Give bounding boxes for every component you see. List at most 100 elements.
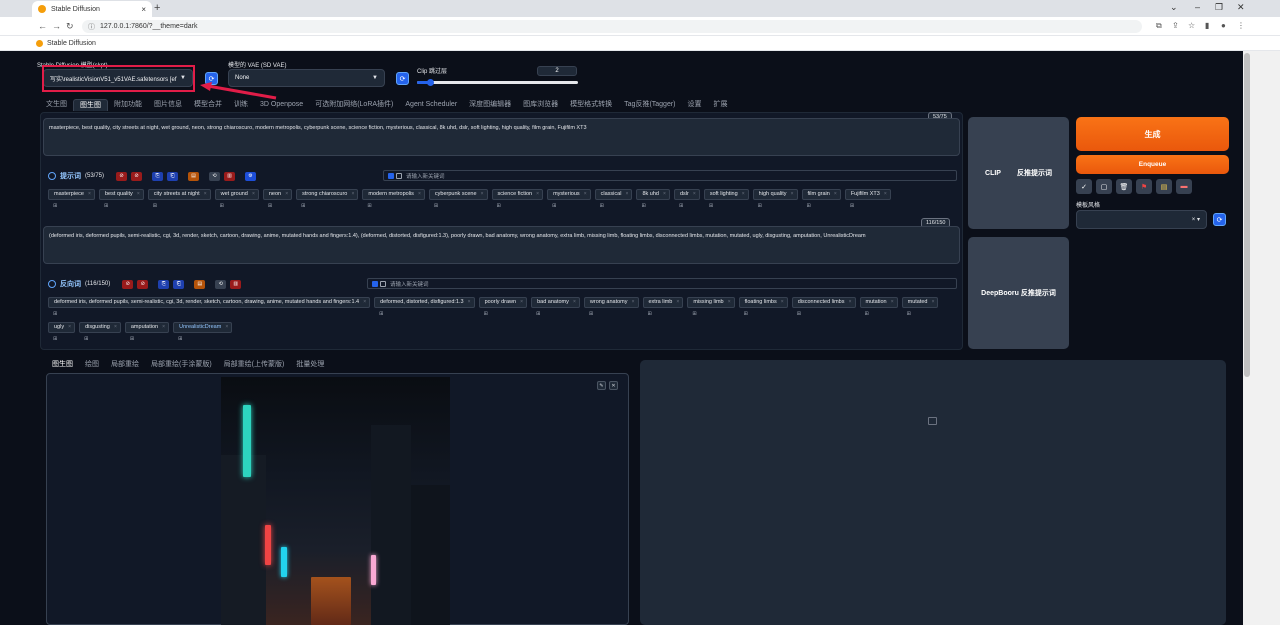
sidebar-icon[interactable]: ▮ <box>1205 21 1209 30</box>
tag-chip[interactable]: deformed iris, deformed pupils, semi-rea… <box>48 297 371 317</box>
tag-weight-icon[interactable]: ⊞ <box>692 310 696 319</box>
save-style-icon[interactable]: ▤ <box>1156 179 1172 194</box>
collapse-icon[interactable] <box>48 280 56 288</box>
refresh-style-button[interactable]: ⟳ <box>1213 213 1226 226</box>
tag-weight-icon[interactable]: ⊞ <box>709 202 713 211</box>
back-icon[interactable]: ← <box>38 21 47 31</box>
tab-11[interactable]: 模型格式转换 <box>564 99 618 111</box>
style-select[interactable]: × ▾ <box>1076 210 1207 229</box>
tab-2[interactable]: 附加功能 <box>108 99 148 111</box>
subtab-5[interactable]: 批量处理 <box>290 359 330 370</box>
subtab-2[interactable]: 局部重绘 <box>105 359 145 370</box>
tab-8[interactable]: Agent Scheduler <box>399 99 463 111</box>
tag-chip[interactable]: city streets at night ⊞ <box>147 189 211 209</box>
tag-chip[interactable]: high quality ⊞ <box>752 189 798 209</box>
tag-weight-icon[interactable]: ⊞ <box>807 202 811 211</box>
tag-chip[interactable]: disgusting ⊞ <box>79 322 121 342</box>
clip-interrogate-button[interactable]: CLIP 反推提示词 <box>968 117 1069 229</box>
new-tab-icon[interactable]: + <box>154 2 160 14</box>
tag-weight-icon[interactable]: ⊞ <box>367 202 371 211</box>
profile-icon[interactable]: ● <box>1221 21 1226 30</box>
tag-weight-icon[interactable]: ⊞ <box>679 202 683 211</box>
tag-weight-icon[interactable]: ⊞ <box>153 202 157 211</box>
generate-button[interactable]: 生成 <box>1076 117 1229 151</box>
tag-chip[interactable]: mutation ⊞ <box>859 297 898 317</box>
tag-weight-icon[interactable]: ⊞ <box>865 310 869 319</box>
translate-prompt-icon[interactable]: ⟲ <box>215 279 227 289</box>
tag-chip[interactable]: film grain ⊞ <box>801 189 841 209</box>
tag-weight-icon[interactable]: ⊞ <box>797 310 801 319</box>
tab-13[interactable]: 设置 <box>682 99 708 111</box>
tag-weight-icon[interactable]: ⊞ <box>758 202 762 211</box>
tag-chip[interactable]: classical ⊞ <box>594 189 633 209</box>
delete-icon[interactable]: ⊘ <box>137 279 149 289</box>
check-icon[interactable]: ✓ <box>1076 179 1092 194</box>
tag-chip[interactable]: 8k uhd ⊞ <box>636 189 670 209</box>
close-tab-icon[interactable]: × <box>141 5 146 14</box>
prompt-tag-input[interactable]: 请输入新关键词 <box>383 170 957 181</box>
tag-chip[interactable]: extra limb ⊞ <box>642 297 684 317</box>
enqueue-button[interactable]: Enqueue <box>1076 155 1229 174</box>
tag-chip[interactable]: soft lighting ⊞ <box>703 189 749 209</box>
tab-3[interactable]: 图片信息 <box>148 99 188 111</box>
tag-chip[interactable]: masterpiece ⊞ <box>48 189 95 209</box>
bookmark-item[interactable]: Stable Diffusion <box>47 40 96 47</box>
copy-icon[interactable]: ⎘ <box>152 171 164 181</box>
tag-weight-icon[interactable]: ⊞ <box>379 310 383 319</box>
tab-14[interactable]: 扩展 <box>708 99 734 111</box>
delete-icon[interactable]: ⊘ <box>131 171 143 181</box>
tag-chip[interactable]: neon ⊞ <box>262 189 293 209</box>
url-bar[interactable]: ⓘ 127.0.0.1:7860/?__theme=dark <box>82 20 1142 33</box>
tag-chip[interactable]: floating limbs ⊞ <box>738 297 788 317</box>
tag-weight-icon[interactable]: ⊞ <box>53 202 57 211</box>
flag-icon[interactable]: ⚑ <box>1136 179 1152 194</box>
browser-tab[interactable]: Stable Diffusion × <box>32 1 152 17</box>
edit-icon[interactable]: ✎ <box>597 381 606 390</box>
tag-weight-icon[interactable]: ⊞ <box>497 202 501 211</box>
history-icon[interactable]: ▤ <box>194 279 206 289</box>
settings-gear-icon[interactable]: ⚙ <box>245 171 257 181</box>
subtab-4[interactable]: 局部重绘(上传蒙版) <box>218 359 291 370</box>
checkbox-icon[interactable] <box>396 172 402 179</box>
tag-chip[interactable]: mutated ⊞ <box>901 297 939 317</box>
tag-chip[interactable]: modern metropolis ⊞ <box>362 189 425 209</box>
tab-12[interactable]: Tag反推(Tagger) <box>618 99 681 111</box>
clear-icon[interactable]: ⊘ <box>122 279 134 289</box>
negative-tag-input[interactable]: 请输入新关键词 <box>367 278 957 289</box>
tag-chip[interactable]: ugly ⊞ <box>48 322 76 342</box>
restore-icon[interactable]: ❐ <box>1215 2 1223 13</box>
tag-chip[interactable]: cyberpunk scene ⊞ <box>428 189 488 209</box>
tag-chip[interactable]: wrong anatomy ⊞ <box>583 297 639 317</box>
page-scrollbar[interactable] <box>1243 51 1280 625</box>
tag-weight-icon[interactable]: ⊞ <box>301 202 305 211</box>
tag-weight-icon[interactable]: ⊞ <box>589 310 593 319</box>
tag-chip[interactable]: disconnected limbs ⊞ <box>791 297 856 317</box>
tag-weight-icon[interactable]: ⊞ <box>600 202 604 211</box>
reload-icon[interactable]: ↻ <box>66 21 74 32</box>
clear-selection-icon[interactable]: × <box>1192 217 1196 223</box>
history-icon[interactable]: ▤ <box>188 171 200 181</box>
tab-4[interactable]: 模型合并 <box>188 99 228 111</box>
checkbox-checked-icon[interactable] <box>372 280 378 287</box>
tab-search-icon[interactable]: ⌄ <box>1170 2 1178 13</box>
subtab-3[interactable]: 局部重绘(手涂蒙版) <box>145 359 218 370</box>
trash-bin-icon[interactable]: 🗑 <box>1116 179 1132 194</box>
clear-icon[interactable]: ⊘ <box>116 171 128 181</box>
minimize-icon[interactable]: – <box>1195 2 1200 12</box>
checkbox-icon[interactable] <box>380 280 386 287</box>
tag-weight-icon[interactable]: ⊞ <box>434 202 438 211</box>
tab-0[interactable]: 文生图 <box>40 99 73 111</box>
tag-chip[interactable]: bad anatomy ⊞ <box>531 297 580 317</box>
trash-icon[interactable]: ▥ <box>224 171 236 181</box>
tag-weight-icon[interactable]: ⊞ <box>641 202 645 211</box>
copy-icon[interactable]: ⎘ <box>158 279 170 289</box>
menu-icon[interactable]: ⋮ <box>1237 21 1245 30</box>
share-icon[interactable]: ⇪ <box>1172 21 1179 30</box>
tag-weight-icon[interactable]: ⊞ <box>648 310 652 319</box>
clip-skip-value[interactable]: 2 <box>537 66 577 76</box>
bookmark-star-icon[interactable]: ☆ <box>1188 21 1195 30</box>
trash-icon[interactable]: ▥ <box>230 279 242 289</box>
tag-weight-icon[interactable]: ⊞ <box>53 310 57 319</box>
apply-style-icon[interactable]: ▬ <box>1176 179 1192 194</box>
tag-weight-icon[interactable]: ⊞ <box>84 335 88 344</box>
